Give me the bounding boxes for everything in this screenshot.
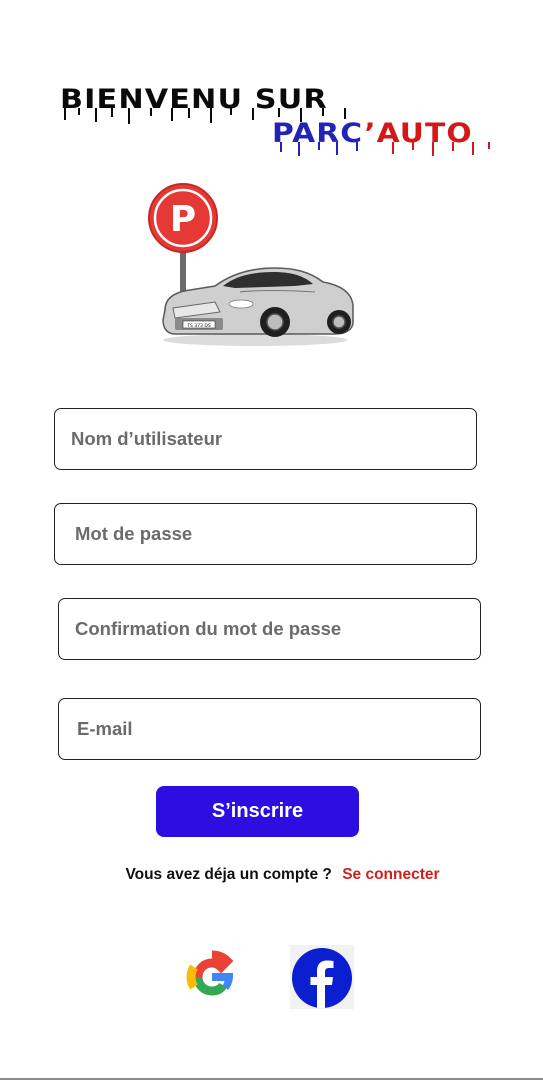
parking-sign-icon: P	[148, 183, 218, 300]
username-field[interactable]	[54, 408, 477, 470]
facebook-login-button[interactable]	[290, 945, 354, 1009]
car-icon: TS 373 DS	[162, 267, 354, 346]
parking-sign-letter: P	[170, 199, 196, 240]
login-link[interactable]: Se connecter	[342, 866, 439, 883]
email-field[interactable]	[58, 698, 481, 760]
app-name-part-red: ’AUTO	[364, 118, 473, 149]
login-prompt: Vous avez déja un compte ? Se connecter	[0, 866, 543, 884]
google-login-button[interactable]	[180, 945, 244, 1009]
login-question-text: Vous avez déja un compte ?	[125, 866, 332, 883]
email-input[interactable]	[77, 718, 480, 740]
signup-screen: BIENVENU SUR PARC’AUTO P TS 373 DS Nom d…	[0, 0, 543, 1080]
password-input[interactable]	[75, 523, 476, 545]
app-name-part-blue: PARC	[272, 118, 365, 149]
app-name-title: PARC’AUTO	[272, 118, 473, 149]
welcome-title-line1: BIENVENU SUR	[60, 84, 328, 115]
password-confirm-field[interactable]	[58, 598, 481, 660]
password-confirm-input[interactable]	[75, 618, 480, 640]
signup-button[interactable]: S’inscrire	[156, 786, 359, 837]
google-icon	[186, 950, 234, 996]
facebook-icon	[290, 945, 354, 1009]
license-plate-text: TS 373 DS	[186, 323, 211, 329]
username-input[interactable]	[71, 428, 476, 450]
parking-car-illustration: P TS 373 DS	[148, 183, 354, 346]
password-field[interactable]	[54, 503, 477, 565]
